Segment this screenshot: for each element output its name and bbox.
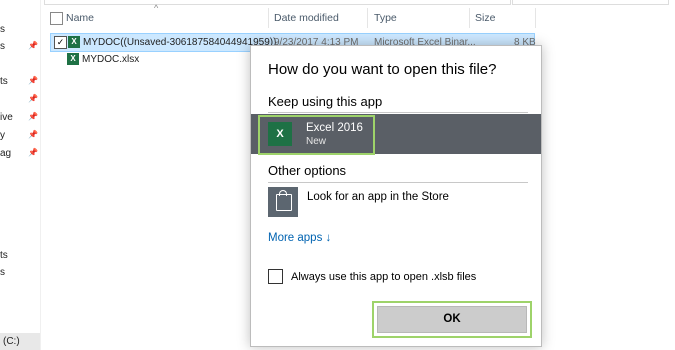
other-options-heading: Other options — [268, 163, 347, 178]
store-bag — [276, 194, 292, 211]
navigation-pane: s s 📌 ts 📌 📌 ive 📌 y 📌 ag 📌 ts s (C:) — [0, 0, 40, 350]
section-divider — [268, 182, 528, 183]
nav-item[interactable]: s 📌 — [0, 41, 38, 55]
pin-icon: 📌 — [28, 130, 38, 139]
file-row[interactable]: X MYDOC.xlsx — [50, 51, 250, 68]
nav-item[interactable]: ive 📌 — [0, 112, 38, 126]
excel-file-icon: X — [68, 36, 80, 48]
more-apps-link[interactable]: More apps ↓ — [268, 232, 331, 244]
nav-item[interactable]: ts — [0, 250, 8, 264]
column-header-size[interactable]: Size — [475, 8, 495, 28]
ok-focus-outline: OK — [372, 301, 532, 338]
column-separator[interactable] — [535, 8, 536, 28]
excel-file-icon: X — [67, 53, 79, 65]
address-bar[interactable] — [44, 0, 511, 5]
column-separator[interactable] — [268, 8, 269, 28]
app-subtitle: New — [306, 136, 327, 147]
always-use-label[interactable]: Always use this app to open .xlsb files — [291, 271, 476, 283]
dialog-title: How do you want to open this file? — [268, 61, 497, 78]
column-separator[interactable] — [367, 8, 368, 28]
open-with-dialog: How do you want to open this file? Keep … — [250, 45, 542, 347]
row-checkbox[interactable]: ✓ — [54, 36, 67, 49]
pin-icon: 📌 — [28, 94, 38, 103]
sort-ascending-icon: ^ — [154, 3, 159, 13]
store-icon[interactable] — [268, 187, 298, 217]
nav-item[interactable]: ts 📌 — [0, 76, 38, 90]
always-use-checkbox[interactable] — [268, 269, 283, 284]
column-header-date-modified[interactable]: Date modified — [274, 8, 339, 28]
nav-item[interactable]: y 📌 — [0, 130, 38, 144]
column-headers: ^ Name Date modified Type Size — [44, 3, 675, 28]
app-name: Excel 2016 — [306, 122, 363, 134]
pane-divider — [40, 0, 41, 350]
nav-item[interactable]: s — [0, 267, 5, 281]
section-divider — [268, 112, 528, 113]
pin-icon: 📌 — [28, 76, 38, 85]
ok-button[interactable]: OK — [377, 306, 527, 333]
column-separator[interactable] — [469, 8, 470, 28]
keep-using-heading: Keep using this app — [268, 94, 383, 109]
column-header-name[interactable]: Name — [66, 8, 94, 28]
select-all-checkbox[interactable] — [50, 12, 63, 25]
pin-icon: 📌 — [28, 148, 38, 157]
nav-item-drive-c[interactable]: (C:) — [0, 333, 40, 350]
search-box[interactable] — [512, 0, 669, 5]
column-header-type[interactable]: Type — [374, 8, 397, 28]
store-option-label[interactable]: Look for an app in the Store — [307, 191, 449, 203]
file-name: MYDOC((Unsaved-306187584044941959)) — [83, 37, 277, 48]
file-name: MYDOC.xlsx — [82, 54, 140, 65]
app-option-excel[interactable]: X Excel 2016 New — [251, 114, 541, 155]
nav-item[interactable]: ag 📌 — [0, 148, 38, 162]
nav-item[interactable]: s — [0, 24, 5, 38]
pin-icon: 📌 — [28, 112, 38, 121]
excel-icon: X — [268, 122, 292, 146]
pin-icon: 📌 — [28, 41, 38, 50]
